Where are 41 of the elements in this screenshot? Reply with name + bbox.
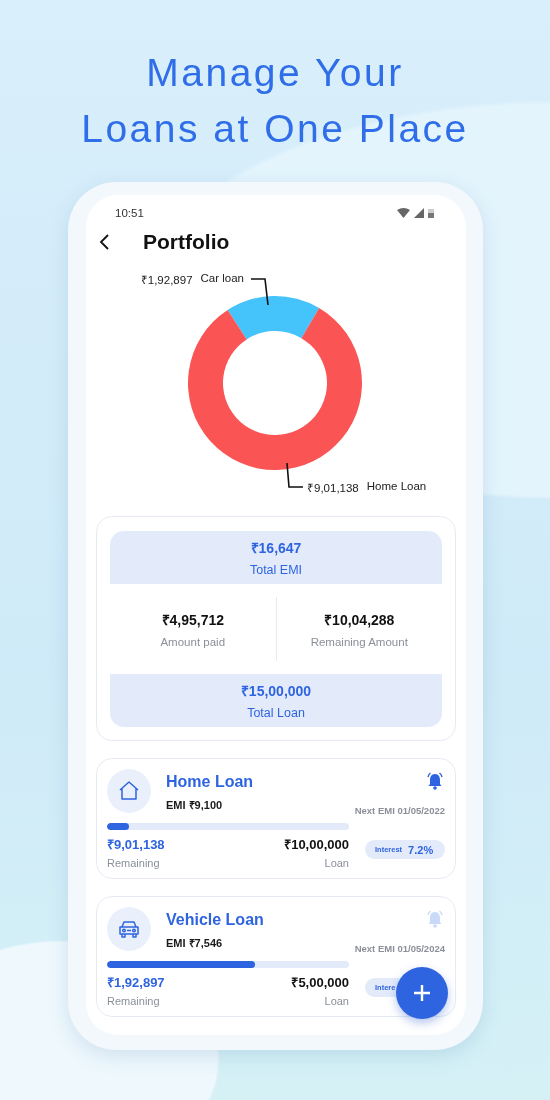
leader-line — [250, 278, 269, 306]
bell-icon[interactable] — [425, 771, 445, 791]
total-label: Total EMI — [249, 563, 303, 577]
slice-value: ₹1,92,897 — [140, 273, 193, 287]
total-label: Total Loan — [247, 706, 305, 720]
plus-icon — [413, 984, 431, 1002]
screen-title: Portfolio — [143, 230, 230, 254]
slice-value: ₹9,01,138 — [307, 481, 359, 495]
amount-value: ₹10,04,288 — [324, 611, 395, 629]
signal-icon — [414, 208, 424, 218]
amount-label: Remaining Amount — [310, 636, 408, 648]
remaining-label: Remaining — [107, 857, 160, 869]
emi-amount: EMI ₹9,100 — [166, 798, 224, 812]
emi-amount: EMI ₹7,546 — [166, 936, 224, 950]
remaining-amount: ₹9,01,138 — [107, 836, 165, 853]
remaining-label: Remaining — [107, 995, 160, 1007]
next-emi-date: Next EMI 01/05/2024 — [354, 943, 445, 954]
loan-type-icon — [107, 769, 151, 813]
loan-amount: ₹5,00,000 — [291, 974, 349, 991]
leader-line — [286, 462, 304, 488]
total-value: ₹15,00,000 — [240, 682, 312, 700]
total-value: ₹16,647 — [250, 539, 302, 557]
loan-label: Loan — [324, 995, 349, 1007]
slice-label: Car loan — [200, 272, 244, 286]
amount-label: Amount paid — [160, 636, 226, 648]
headline: Loans at One Place — [80, 106, 470, 152]
interest-rate: 7.2% — [408, 843, 434, 856]
loan-title: Vehicle Loan — [166, 911, 264, 929]
wifi-icon — [397, 208, 410, 218]
headline: Manage Your — [145, 50, 405, 96]
loan-type-icon — [107, 907, 151, 951]
status-time: 10:51 — [115, 207, 144, 219]
slice-label: Home Loan — [366, 480, 427, 494]
remaining-amount: ₹1,92,897 — [107, 974, 165, 991]
loan-title: Home Loan — [166, 773, 254, 791]
next-emi-date: Next EMI 01/05/2022 — [354, 805, 445, 816]
battery-icon — [428, 208, 434, 218]
amount-value: ₹4,95,712 — [161, 611, 224, 629]
back-icon[interactable] — [98, 234, 112, 250]
loan-amount: ₹10,00,000 — [284, 836, 349, 853]
loan-label: Loan — [324, 857, 349, 869]
